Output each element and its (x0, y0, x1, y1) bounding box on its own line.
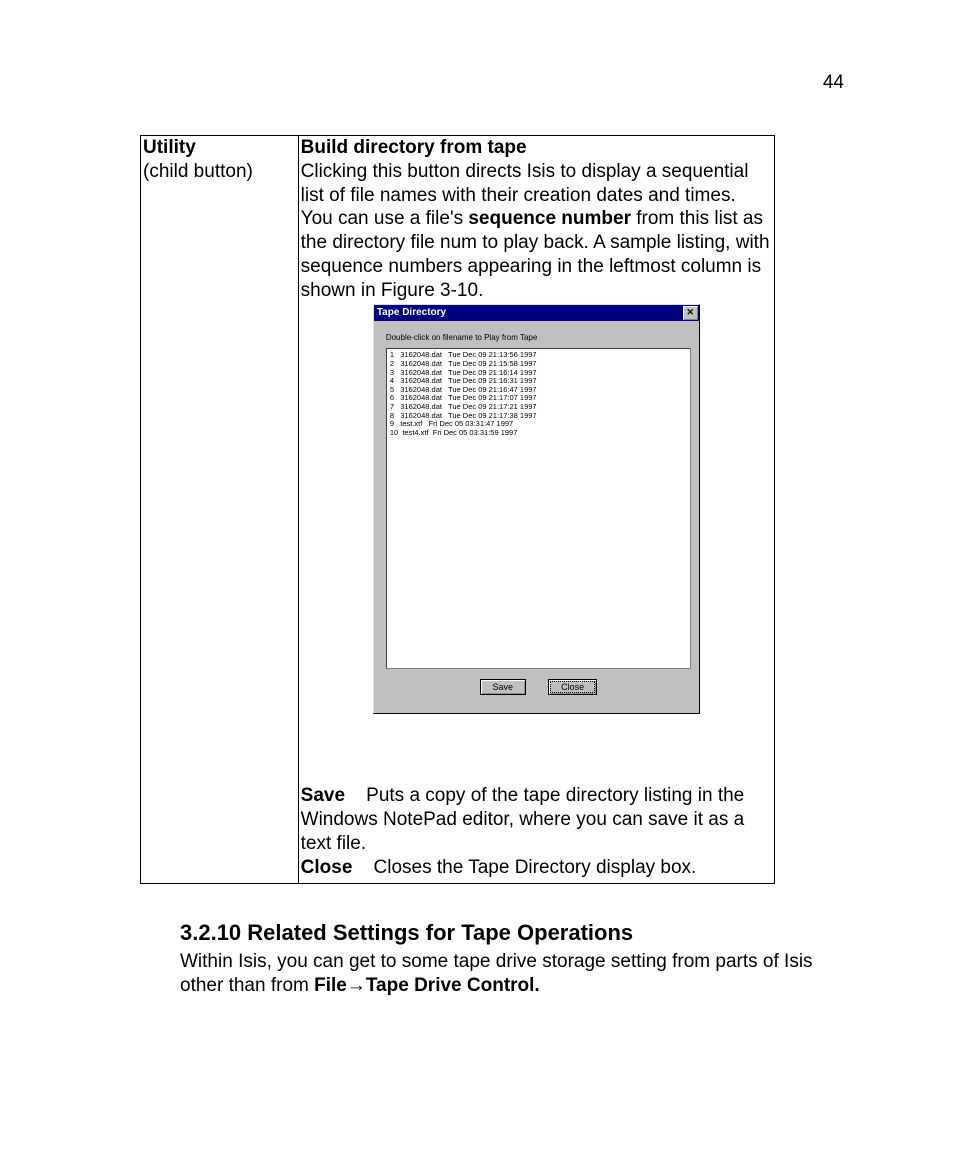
close-button[interactable]: Close (548, 679, 597, 695)
utility-table: Utility (child button) Build directory f… (140, 135, 775, 884)
close-term: Close (301, 857, 353, 878)
close-icon[interactable]: ✕ (683, 306, 698, 320)
dialog-title: Tape Directory (377, 307, 446, 320)
section-body-file: File (314, 975, 347, 996)
left-cell: Utility (child button) (141, 136, 299, 884)
section-body-tdc: Tape Drive Control. (366, 975, 540, 996)
save-button[interactable]: Save (480, 679, 527, 695)
tape-directory-dialog: Tape Directory ✕ Double-click on filenam… (373, 304, 700, 714)
build-dir-heading: Build directory from tape (301, 137, 527, 158)
save-term: Save (301, 785, 345, 806)
intro-bold: sequence number (468, 208, 631, 229)
file-listbox[interactable]: 1 3162048.dat Tue Dec 09 21:13:56 1997 2… (386, 348, 691, 669)
close-desc: Closes the Tape Directory display box. (374, 857, 697, 878)
section-heading: 3.2.10 Related Settings for Tape Operati… (180, 920, 854, 946)
page-number: 44 (823, 72, 844, 94)
utility-heading: Utility (143, 137, 196, 158)
utility-sub: (child button) (143, 161, 253, 182)
right-cell: Build directory from tape Clicking this … (298, 136, 774, 884)
arrow-icon: → (347, 975, 366, 996)
save-desc: Puts a copy of the tape directory listin… (301, 785, 745, 854)
list-item[interactable]: 10 test4.xtf Fri Dec 05 03:31:59 1997 (390, 429, 687, 438)
dialog-instruction: Double-click on filename to Play from Ta… (386, 333, 691, 343)
section-body: Within Isis, you can get to some tape dr… (180, 950, 854, 998)
dialog-titlebar: Tape Directory ✕ (374, 305, 699, 321)
